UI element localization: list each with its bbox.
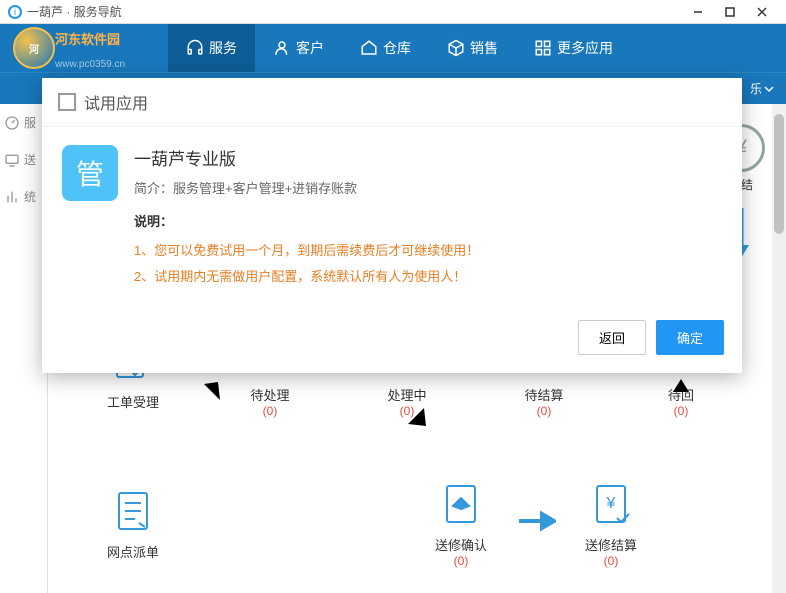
arrow-right-icon (516, 501, 556, 541)
workflow-diag-arrows (128, 374, 706, 434)
left-sidebar: 服 送 统 (0, 104, 48, 593)
explain-label: 说明： (134, 211, 722, 230)
workflow-row-bottom: 网点派单 送修确认 (0) ¥ 送修结算 (0) (88, 474, 726, 568)
menu-warehouse[interactable]: 仓库 (342, 24, 429, 72)
window-title: 一葫芦 · 服务导航 (27, 3, 682, 20)
back-button[interactable]: 返回 (578, 320, 646, 355)
menu-label: 更多应用 (557, 38, 613, 58)
chevron-down-icon (764, 84, 774, 94)
app-badge-icon: 管 (62, 145, 118, 201)
screen-icon (4, 152, 20, 168)
cube-icon (447, 39, 465, 57)
node-label: 送修结算 (566, 538, 656, 554)
sidebar-label: 服 (24, 114, 36, 131)
user-icon (273, 39, 291, 57)
app-icon: i (8, 5, 22, 19)
menu-more-apps[interactable]: 更多应用 (516, 24, 631, 72)
menu-label: 销售 (470, 38, 498, 58)
close-button[interactable] (746, 0, 778, 24)
sidebar-item-delivery[interactable]: 送 (0, 141, 47, 178)
sidebar-label: 统 (24, 188, 36, 205)
dashboard-icon (4, 115, 20, 131)
ok-button[interactable]: 确定 (656, 320, 724, 355)
sidebar-item-stats[interactable]: 统 (0, 178, 47, 215)
menu-customer[interactable]: 客户 (255, 24, 342, 72)
minimize-button[interactable] (682, 0, 714, 24)
arrow-up-icon (666, 374, 696, 434)
brand-logo: 河 (10, 24, 58, 72)
scrollbar-thumb[interactable] (774, 114, 784, 234)
home-icon (360, 39, 378, 57)
svg-text:¥: ¥ (606, 495, 616, 512)
sidebar-label: 送 (24, 151, 36, 168)
arrow-diag-down-icon (374, 374, 434, 434)
menu-service[interactable]: 服务 (168, 24, 255, 72)
trial-dialog: 试用应用 管 一葫芦专业版 简介：服务管理+客户管理+进销存账款 说明： 1、您… (42, 78, 742, 373)
app-desc: 简介：服务管理+客户管理+进销存账款 (134, 178, 722, 197)
node-count: (0) (416, 554, 506, 568)
sidebar-item-service[interactable]: 服 (0, 104, 47, 141)
dialog-footer: 返回 确定 (42, 308, 742, 373)
menu-label: 服务 (209, 38, 237, 58)
headset-icon (186, 39, 204, 57)
yen-check-icon: ¥ (587, 480, 635, 528)
maximize-button[interactable] (714, 0, 746, 24)
menu-label: 仓库 (383, 38, 411, 58)
explain-line-2: 2、试用期内无需做用户配置，系统默认所有人为使用人！ (134, 264, 722, 290)
menu-label: 客户 (296, 38, 324, 58)
app-name: 一葫芦专业版 (134, 145, 722, 170)
dialog-info: 一葫芦专业版 简介：服务管理+客户管理+进销存账款 说明： 1、您可以免费试用一… (134, 145, 722, 290)
bars-icon (4, 189, 20, 205)
brand-url: www.pc0359.cn (55, 59, 125, 70)
brand-name: 河东软件园 (55, 29, 120, 48)
window-controls (682, 0, 778, 24)
dialog-title: 试用应用 (84, 90, 148, 114)
node-repair-settle[interactable]: ¥ 送修结算 (0) (566, 474, 656, 568)
node-dispatch[interactable]: 网点派单 (88, 481, 178, 561)
window-titlebar: i 一葫芦 · 服务导航 (0, 0, 786, 24)
arrow-diag-up-icon (168, 374, 228, 434)
grid-icon (534, 39, 552, 57)
node-repair-confirm[interactable]: 送修确认 (0) (416, 474, 506, 568)
subbar-label: 乐 (750, 80, 762, 97)
main-menubar: 河 河东软件园 www.pc0359.cn 服务 客户 仓库 销售 更多应用 (0, 24, 786, 72)
send-doc-icon (437, 480, 485, 528)
square-icon (58, 93, 76, 111)
dialog-body: 管 一葫芦专业版 简介：服务管理+客户管理+进销存账款 说明： 1、您可以免费试… (42, 127, 742, 308)
scrollbar-track[interactable] (772, 104, 786, 593)
dialog-header: 试用应用 (42, 78, 742, 127)
explain-line-1: 1、您可以免费试用一个月，到期后需续费后才可继续使用！ (134, 238, 722, 264)
node-count: (0) (566, 554, 656, 568)
node-label: 网点派单 (88, 545, 178, 561)
node-label: 送修确认 (416, 538, 506, 554)
menu-sales[interactable]: 销售 (429, 24, 516, 72)
list-doc-icon (109, 487, 157, 535)
subbar-dropdown[interactable]: 乐 (750, 80, 774, 97)
